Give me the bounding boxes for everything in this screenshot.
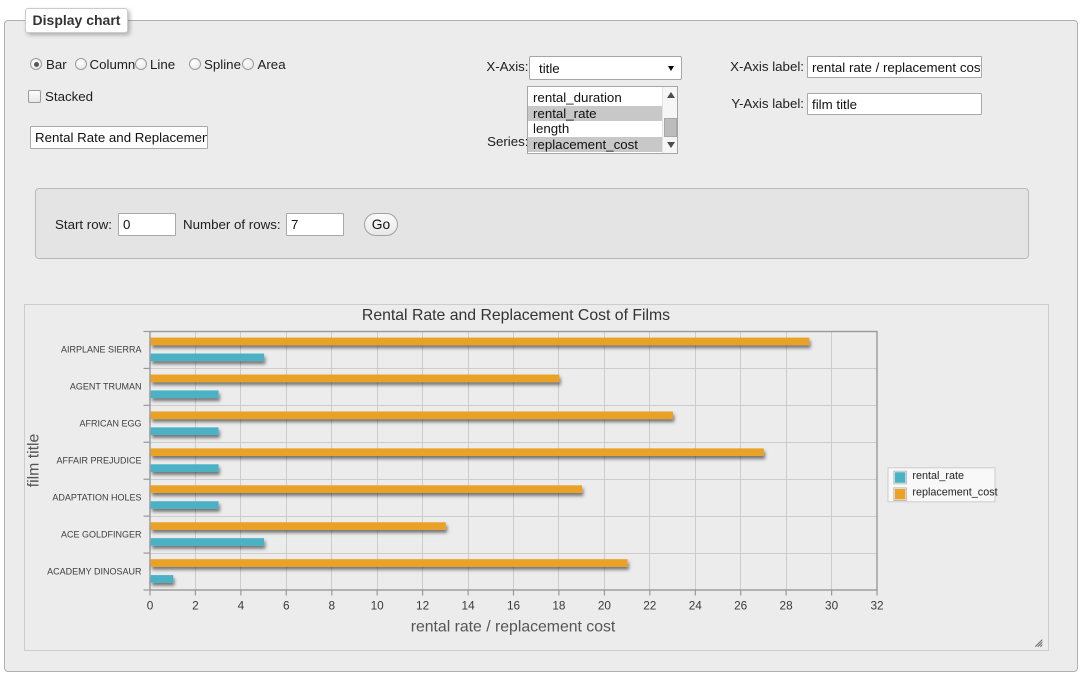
svg-text:AFFAIR PREJUDICE: AFFAIR PREJUDICE bbox=[56, 455, 141, 465]
svg-text:2: 2 bbox=[192, 599, 199, 613]
svg-text:12: 12 bbox=[416, 599, 429, 613]
svg-text:4: 4 bbox=[238, 599, 245, 613]
svg-text:film title: film title bbox=[26, 434, 43, 488]
svg-text:0: 0 bbox=[147, 599, 154, 613]
svg-text:AFRICAN EGG: AFRICAN EGG bbox=[79, 419, 141, 429]
svg-text:ACADEMY DINOSAUR: ACADEMY DINOSAUR bbox=[47, 566, 142, 576]
svg-text:30: 30 bbox=[825, 599, 839, 613]
svg-text:replacement_cost: replacement_cost bbox=[912, 487, 997, 499]
svg-text:10: 10 bbox=[371, 599, 385, 613]
svg-text:24: 24 bbox=[689, 599, 703, 613]
svg-text:ACE GOLDFINGER: ACE GOLDFINGER bbox=[61, 529, 142, 539]
svg-text:22: 22 bbox=[643, 599, 656, 613]
svg-text:8: 8 bbox=[329, 599, 336, 613]
svg-text:rental rate / replacement cost: rental rate / replacement cost bbox=[411, 619, 616, 636]
svg-text:18: 18 bbox=[552, 599, 566, 613]
svg-text:26: 26 bbox=[734, 599, 748, 613]
svg-text:6: 6 bbox=[283, 599, 290, 613]
svg-text:32: 32 bbox=[870, 599, 883, 613]
svg-text:14: 14 bbox=[462, 599, 476, 613]
svg-text:20: 20 bbox=[598, 599, 612, 613]
svg-text:ADAPTATION HOLES: ADAPTATION HOLES bbox=[52, 492, 141, 502]
svg-text:rental_rate: rental_rate bbox=[912, 470, 964, 482]
svg-text:Rental Rate and Replacement Co: Rental Rate and Replacement Cost of Film… bbox=[362, 307, 670, 324]
svg-text:AIRPLANE SIERRA: AIRPLANE SIERRA bbox=[61, 345, 142, 355]
svg-text:16: 16 bbox=[507, 599, 521, 613]
svg-text:28: 28 bbox=[780, 599, 794, 613]
svg-text:AGENT TRUMAN: AGENT TRUMAN bbox=[70, 382, 142, 392]
